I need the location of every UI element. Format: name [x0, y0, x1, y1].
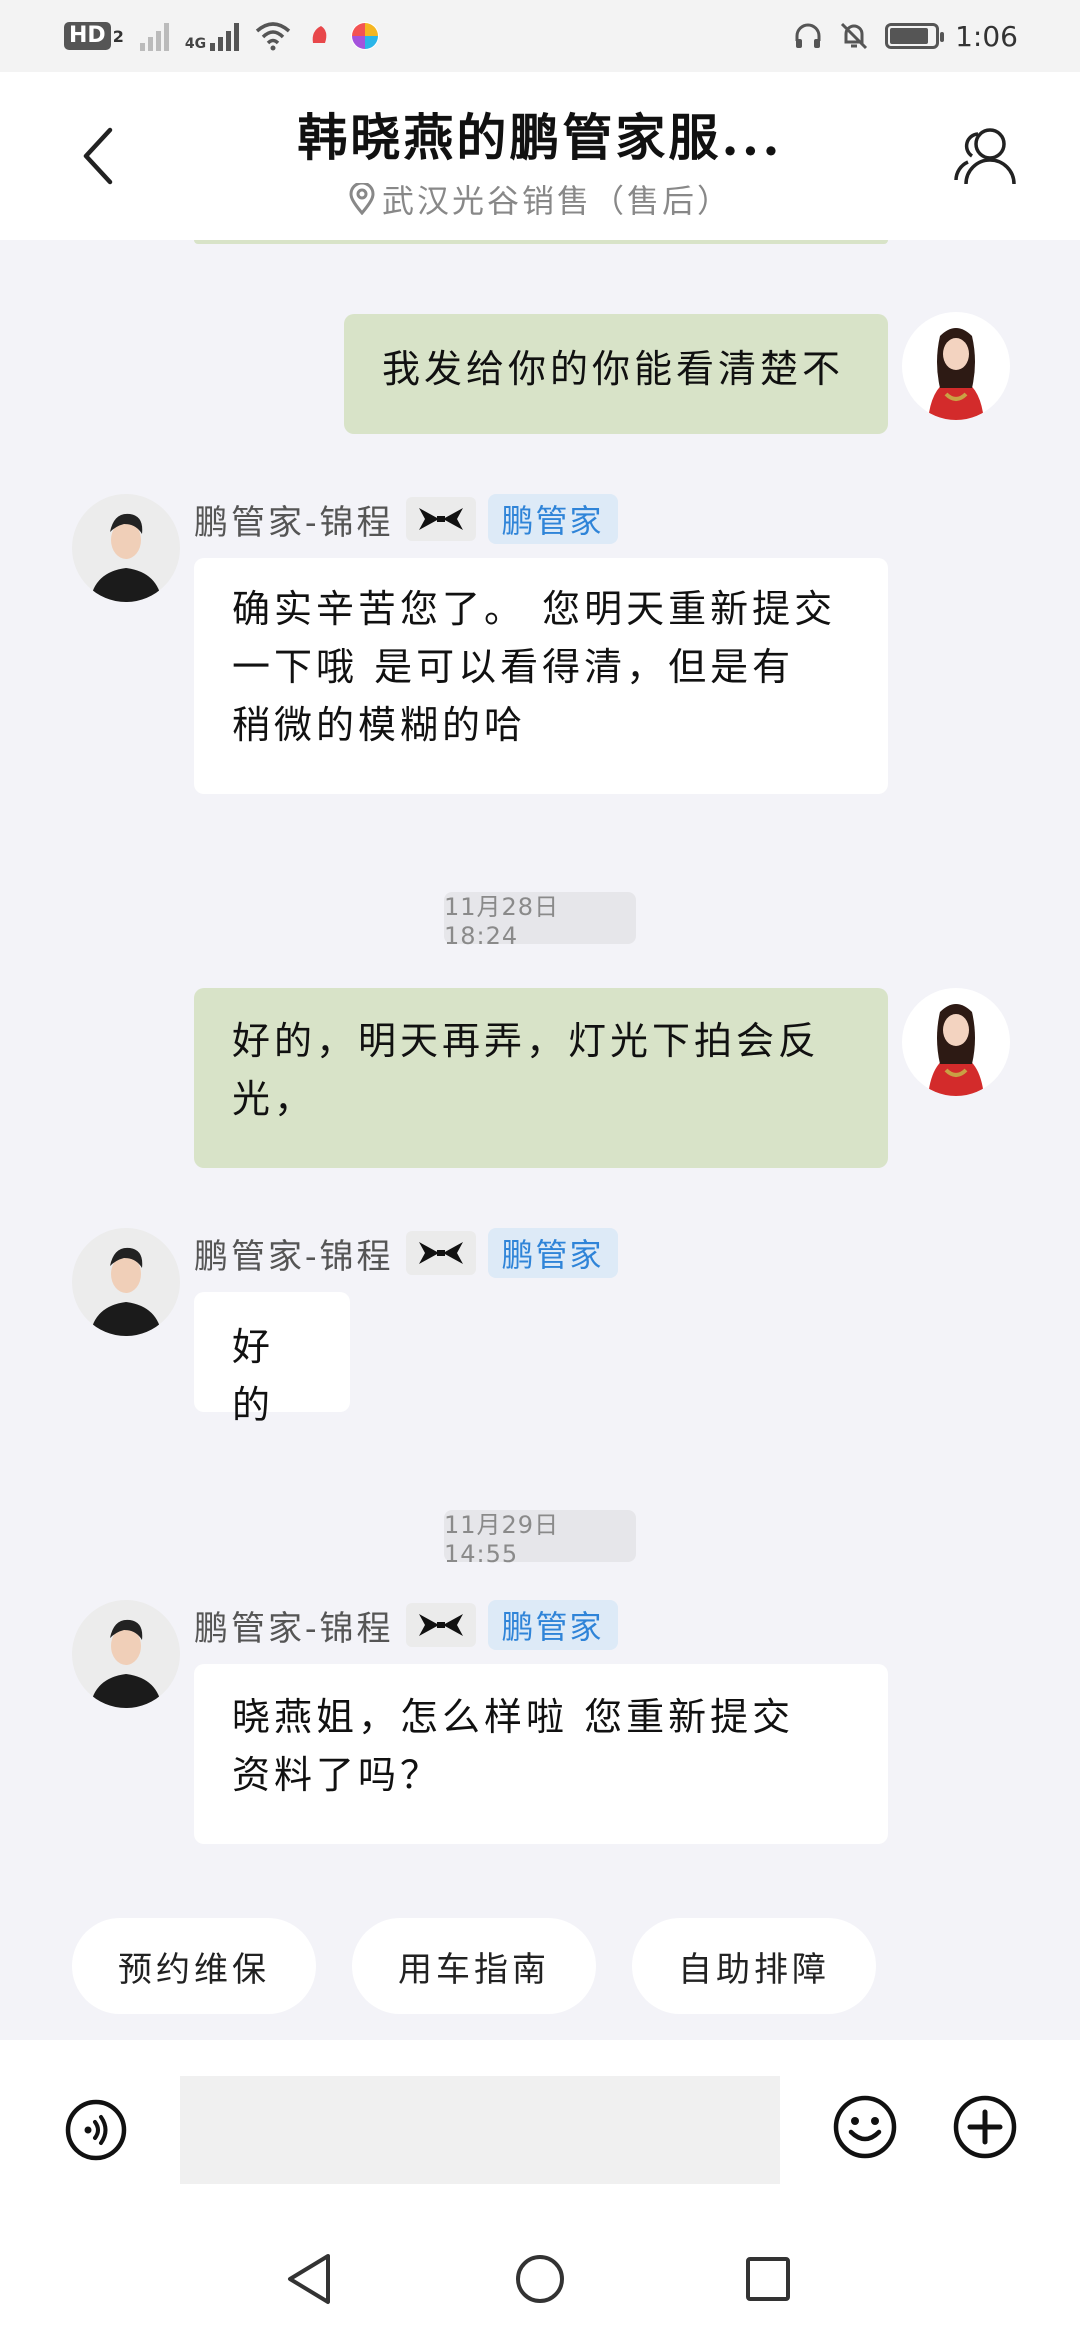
nav-recents-button[interactable]	[733, 2244, 803, 2314]
message-input[interactable]	[180, 2076, 780, 2184]
message-timestamp: 11月29日 14:55	[444, 1510, 636, 1568]
agent-avatar[interactable]	[72, 1600, 180, 1708]
bow-tie-icon	[405, 497, 476, 541]
quick-actions: 预约维保 用车指南 自助排障	[0, 1918, 1080, 2018]
title-block: 韩晓燕的鹏管家服... 武汉光谷销售（售后）	[180, 98, 900, 222]
agent-avatar[interactable]	[72, 1228, 180, 1336]
sender-row: 鹏管家-锦程 鹏管家	[194, 1600, 618, 1650]
message-text: 好的	[232, 1325, 275, 1427]
sender-name: 鹏管家-锦程	[194, 502, 394, 543]
chip-guide[interactable]: 用车指南	[352, 1918, 596, 2014]
more-button[interactable]	[952, 2094, 1018, 2160]
headphones-icon	[795, 23, 821, 48]
emoji-button[interactable]	[832, 2094, 898, 2160]
network-type: 4G	[184, 36, 207, 52]
sender-name: 鹏管家-锦程	[194, 1608, 394, 1649]
incoming-message[interactable]: 确实辛苦您了。 您明天重新提交 一下哦 是可以看得清，但是有 稍微的模糊的哈	[194, 558, 888, 794]
message-line: 一下哦 是可以看得清，但是有	[232, 645, 795, 689]
message-text: 我发给你的你能看清楚不	[382, 347, 845, 391]
triangle-back-icon	[288, 2254, 330, 2304]
my-avatar[interactable]	[902, 312, 1010, 420]
status-left: HD 2 4G	[64, 20, 381, 52]
sender-badge: 鹏管家	[487, 1228, 618, 1278]
signal-2-icon	[210, 21, 240, 51]
message-line: 晓燕姐，怎么样啦 您重新提交	[232, 1695, 795, 1739]
back-button[interactable]	[70, 126, 126, 186]
message-line: 确实辛苦您了。 您明天重新提交	[232, 587, 837, 631]
clock: 1:06	[955, 19, 1018, 53]
status-right: 1:06	[793, 20, 1018, 53]
chat-header: 韩晓燕的鹏管家服... 武汉光谷销售（售后）	[0, 72, 1080, 240]
chevron-left-icon	[83, 127, 113, 185]
message-list[interactable]: 我发给你的你能看清楚不 鹏管家-锦程 鹏管家 确实辛苦您了。 您明天重新提交 一…	[0, 240, 1080, 1920]
bow-tie-icon	[405, 1231, 476, 1275]
voice-icon	[65, 2099, 127, 2161]
incoming-message[interactable]: 晓燕姐，怎么样啦 您重新提交 资料了吗？	[194, 1664, 888, 1844]
nav-home-button[interactable]	[505, 2244, 575, 2314]
incoming-message[interactable]: 好的	[194, 1292, 350, 1427]
location-pin-icon	[349, 183, 375, 215]
wifi-icon	[255, 22, 291, 51]
bow-tie-icon	[405, 1603, 476, 1647]
voice-button[interactable]	[64, 2098, 128, 2162]
sender-row: 鹏管家-锦程 鹏管家	[194, 494, 618, 544]
mute-bell-icon	[841, 22, 868, 50]
input-bar	[0, 2040, 1080, 2220]
sender-badge: 鹏管家	[487, 1600, 618, 1650]
avatar-image	[72, 1600, 180, 1708]
plus-circle-icon	[953, 2095, 1017, 2159]
hd-badge: HD	[64, 22, 111, 50]
store-location: 武汉光谷销售（售后）	[180, 176, 900, 222]
system-nav-bar	[0, 2220, 1080, 2340]
location-text: 武汉光谷销售（售后）	[381, 182, 732, 220]
message-line: 好的，明天再弄，灯光下拍会反	[232, 1019, 821, 1063]
agent-avatar[interactable]	[72, 494, 180, 602]
chip-troubleshoot[interactable]: 自助排障	[632, 1918, 876, 2014]
sender-name: 鹏管家-锦程	[194, 1236, 394, 1277]
chip-maintenance[interactable]: 预约维保	[72, 1918, 316, 2014]
sender-badge: 鹏管家	[487, 494, 618, 544]
chat-members-button[interactable]	[952, 122, 1022, 192]
signal-1-icon	[139, 21, 169, 51]
status-bar: HD 2 4G 1:06	[0, 0, 1080, 72]
message-line: 资料了吗？	[232, 1753, 443, 1797]
page-title: 韩晓燕的鹏管家服...	[297, 108, 783, 167]
message-timestamp: 11月28日 18:24	[444, 892, 636, 950]
battery-fill	[890, 28, 928, 44]
avatar-image	[902, 988, 1010, 1096]
smile-icon	[833, 2095, 897, 2159]
outgoing-message[interactable]: 我发给你的你能看清楚不	[344, 314, 888, 434]
circle-home-icon	[516, 2255, 564, 2303]
avatar-image	[902, 312, 1010, 420]
app-notification-icon	[312, 26, 327, 43]
square-recents-icon	[746, 2257, 790, 2301]
battery-icon	[885, 23, 945, 49]
user-group-icon	[954, 128, 1016, 185]
avatar-image	[72, 494, 180, 602]
nav-back-button[interactable]	[274, 2244, 344, 2314]
hd-sub: 2	[112, 26, 124, 46]
my-avatar[interactable]	[902, 988, 1010, 1096]
avatar-image	[72, 1228, 180, 1336]
sender-row: 鹏管家-锦程 鹏管家	[194, 1228, 618, 1278]
app-pinwheel-icon	[351, 22, 380, 50]
message-line: 光，	[232, 1077, 317, 1121]
outgoing-message[interactable]: 好的，明天再弄，灯光下拍会反 光，	[194, 988, 888, 1168]
message-line: 稍微的模糊的哈	[232, 703, 527, 747]
previous-bubble-edge	[194, 240, 888, 244]
